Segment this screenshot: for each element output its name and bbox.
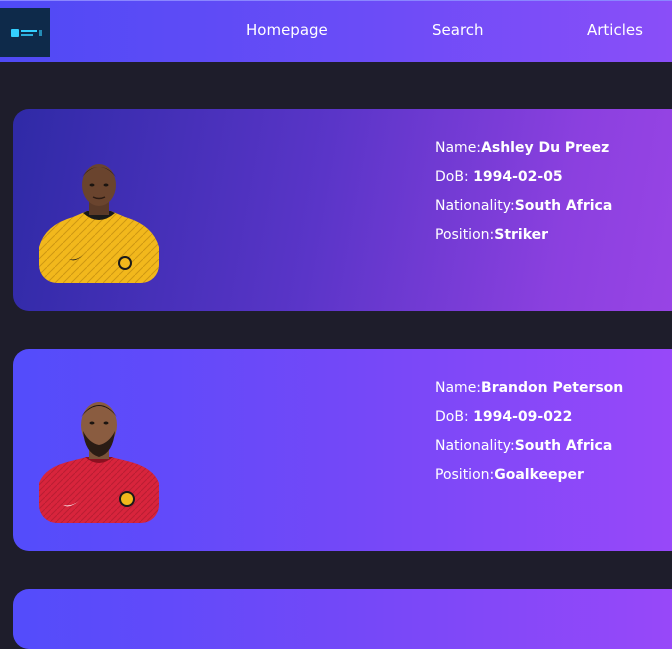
position-label: Position: bbox=[435, 467, 495, 483]
player-info: Name:Ashley Du Preez DoB: 1994-02-05 Nat… bbox=[435, 139, 612, 255]
name-label: Name: bbox=[435, 140, 482, 156]
top-navbar: Homepage Search Articles bbox=[0, 0, 672, 62]
player-card[interactable]: Name:Brandon Peterson DoB: 1994-09-022 N… bbox=[13, 349, 672, 551]
player-name-row: Name:Ashley Du Preez bbox=[435, 139, 612, 168]
position-label: Position: bbox=[435, 227, 495, 243]
player-nationality: South Africa bbox=[514, 198, 613, 214]
player-name: Ashley Du Preez bbox=[481, 140, 610, 156]
player-dob-row: DoB: 1994-02-05 bbox=[435, 168, 612, 197]
player-photo bbox=[39, 395, 159, 523]
nav-link-homepage[interactable]: Homepage bbox=[246, 21, 328, 39]
player-card[interactable]: Name:Ashley Du Preez DoB: 1994-02-05 Nat… bbox=[13, 109, 672, 311]
player-nationality-row: Nationality:South Africa bbox=[435, 197, 612, 226]
dob-label: DoB: bbox=[435, 409, 474, 425]
player-dob-row: DoB: 1994-09-022 bbox=[435, 408, 623, 437]
player-position-row: Position:Goalkeeper bbox=[435, 466, 623, 495]
player-nationality: South Africa bbox=[514, 438, 613, 454]
player-position: Striker bbox=[494, 227, 549, 243]
player-photo bbox=[39, 155, 159, 283]
nationality-label: Nationality: bbox=[435, 438, 515, 454]
player-dob: 1994-02-05 bbox=[473, 169, 563, 185]
nav-link-search[interactable]: Search bbox=[432, 21, 484, 39]
player-dob: 1994-09-022 bbox=[473, 409, 573, 425]
player-position-row: Position:Striker bbox=[435, 226, 612, 255]
nationality-label: Nationality: bbox=[435, 198, 515, 214]
logo-mark-icon bbox=[5, 28, 45, 38]
player-card[interactable] bbox=[13, 589, 672, 649]
site-logo[interactable] bbox=[0, 8, 50, 57]
player-name: Brandon Peterson bbox=[481, 380, 624, 396]
name-label: Name: bbox=[435, 380, 482, 396]
player-nationality-row: Nationality:South Africa bbox=[435, 437, 623, 466]
nav-link-articles[interactable]: Articles bbox=[587, 21, 643, 39]
player-info: Name:Brandon Peterson DoB: 1994-09-022 N… bbox=[435, 379, 623, 495]
dob-label: DoB: bbox=[435, 169, 474, 185]
player-name-row: Name:Brandon Peterson bbox=[435, 379, 623, 408]
player-position: Goalkeeper bbox=[494, 467, 584, 483]
